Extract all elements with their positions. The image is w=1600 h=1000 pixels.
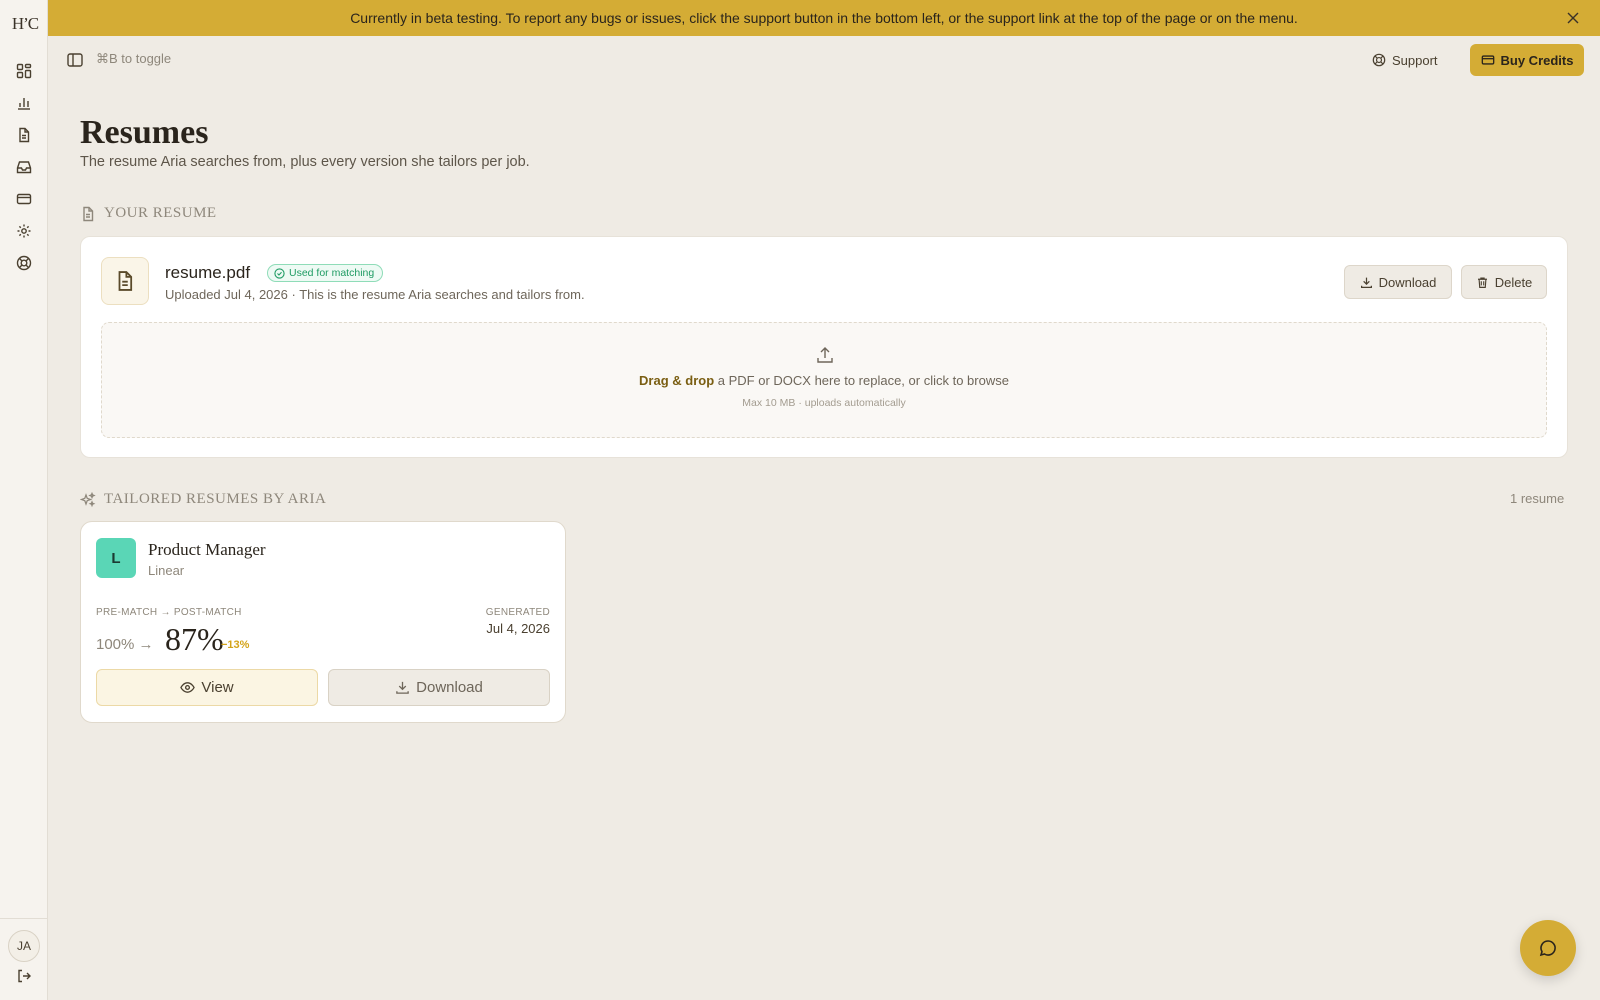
score-delta: −13% — [221, 639, 250, 651]
gear-icon[interactable] — [13, 220, 35, 242]
tailored-resumes-heading: TAILORED RESUMES BY ARIA — [80, 491, 326, 508]
close-icon[interactable] — [1564, 9, 1582, 27]
tailored-resume-card: L Product Manager Linear PRE-MATCH → POS… — [80, 521, 566, 723]
inbox-icon[interactable] — [13, 156, 35, 178]
sidebar: H’C JA — [0, 0, 48, 1000]
lifebuoy-icon[interactable] — [13, 252, 35, 274]
dropzone-rest: a PDF or DOCX here to replace, or click … — [714, 373, 1009, 388]
dropzone-text: Drag & drop a PDF or DOCX here to replac… — [102, 373, 1546, 388]
used-for-matching-badge: Used for matching — [267, 264, 384, 282]
chat-bubble-icon — [1539, 940, 1556, 957]
dropzone-hint: Max 10 MB · uploads automatically — [742, 397, 906, 409]
match-label: PRE-MATCH → POST-MATCH — [96, 607, 242, 618]
view-tailored-button[interactable]: View — [96, 669, 318, 706]
toggle-shortcut-hint: ⌘B to toggle — [96, 51, 172, 66]
delete-label: Delete — [1494, 274, 1533, 290]
page-subtitle: The resume Aria searches from, plus ever… — [80, 154, 530, 170]
your-resume-heading: YOUR RESUME — [80, 205, 217, 222]
document-icon[interactable] — [13, 124, 35, 146]
tailored-resumes-title: TAILORED RESUMES BY ARIA — [104, 491, 327, 507]
logout-icon[interactable] — [13, 965, 35, 987]
download-icon — [1360, 277, 1372, 288]
bar-chart-icon[interactable] — [13, 92, 35, 114]
download-icon — [396, 681, 409, 694]
eye-icon — [180, 682, 196, 693]
generated-date: Jul 4, 2026 — [486, 621, 550, 636]
beta-banner-text: Currently in beta testing. To report any… — [350, 10, 1298, 26]
chat-button[interactable] — [1520, 920, 1576, 976]
badge-label: Used for matching — [289, 267, 375, 279]
generated-label: GENERATED — [485, 607, 550, 618]
resume-card: resume.pdf Used for matching Uploaded Ju… — [80, 236, 1568, 458]
credit-card-icon — [1481, 55, 1494, 65]
dashboard-icon[interactable] — [13, 60, 35, 82]
company-name: Linear — [148, 563, 185, 578]
upload-dropzone[interactable]: Drag & drop a PDF or DOCX here to replac… — [101, 322, 1547, 438]
check-circle-icon — [274, 267, 285, 279]
company-logo: L — [96, 538, 136, 578]
download-tailored-label: Download — [416, 679, 483, 696]
download-resume-button[interactable]: Download — [1344, 265, 1452, 299]
trash-icon — [1477, 276, 1487, 288]
app-logo[interactable]: H’C — [8, 10, 42, 38]
page-title: Resumes — [80, 114, 209, 151]
document-icon — [83, 206, 94, 221]
sparkles-icon — [80, 491, 96, 507]
download-tailored-button[interactable]: Download — [328, 669, 550, 706]
buy-credits-button[interactable]: Buy Credits — [1470, 44, 1584, 76]
sidebar-toggle-icon[interactable] — [66, 51, 84, 69]
file-icon — [101, 257, 149, 305]
user-avatar[interactable]: JA — [8, 930, 40, 962]
credit-card-icon[interactable] — [13, 188, 35, 210]
upload-icon — [815, 345, 835, 365]
sidebar-divider — [0, 918, 48, 919]
file-meta: Uploaded Jul 4, 2026 · This is the resum… — [165, 287, 585, 302]
delete-resume-button[interactable]: Delete — [1461, 265, 1547, 299]
lifebuoy-icon — [1372, 53, 1386, 67]
pre-match-score: 100% → — [96, 636, 154, 653]
your-resume-title: YOUR RESUME — [104, 205, 217, 221]
job-title: Product Manager — [148, 540, 266, 559]
file-name: resume.pdf — [165, 263, 251, 282]
download-label: Download — [1378, 274, 1437, 290]
beta-banner: Currently in beta testing. To report any… — [48, 0, 1600, 36]
resume-count: 1 resume — [1510, 491, 1565, 506]
view-label: View — [201, 679, 234, 696]
score-arrow: → — [138, 636, 154, 653]
buy-credits-label: Buy Credits — [1500, 52, 1574, 68]
dropzone-strong: Drag & drop — [639, 373, 715, 388]
support-label: Support — [1392, 52, 1438, 68]
pre-score-value: 100% — [96, 636, 135, 653]
post-match-score: 87% — [165, 621, 224, 657]
support-link[interactable]: Support — [1372, 48, 1438, 72]
